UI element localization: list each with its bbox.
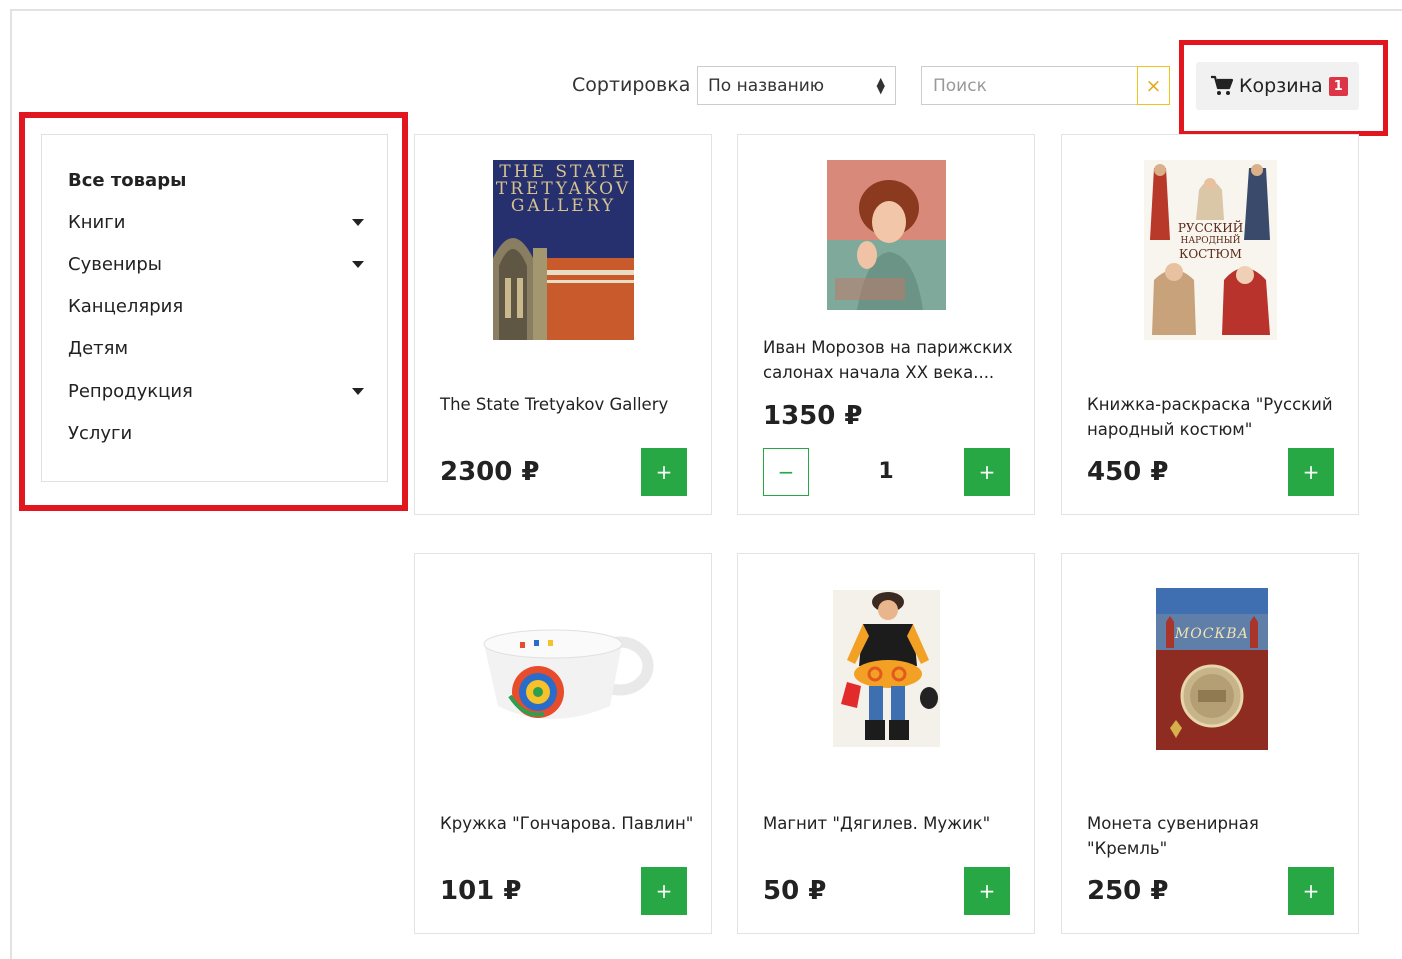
product-price: 101 ₽ [440, 876, 522, 906]
product-price: 250 ₽ [1087, 876, 1169, 906]
add-to-cart-button[interactable]: + [641, 867, 687, 915]
product-title[interactable]: Монета сувенирная "Кремль" [1087, 811, 1342, 861]
increase-quantity-button[interactable]: + [964, 448, 1010, 496]
page-left-border [10, 9, 12, 959]
product-price: 2300 ₽ [440, 457, 540, 487]
product-price: 1350 ₽ [763, 401, 863, 431]
product-title[interactable]: Магнит "Дягилев. Мужик" [763, 811, 1018, 836]
product-card: Магнит "Дягилев. Мужик" 50 ₽ + [737, 553, 1035, 934]
product-card: МОСКВА Монета сувенирная "Кремль" 250 ₽ … [1061, 553, 1359, 934]
product-image-mug[interactable] [480, 614, 655, 734]
product-image-coin[interactable]: МОСКВА [1156, 588, 1268, 750]
add-to-cart-button[interactable]: + [1288, 448, 1334, 496]
quantity-value: 1 [878, 459, 894, 484]
add-to-cart-button[interactable]: + [964, 867, 1010, 915]
product-title[interactable]: Кружка "Гончарова. Павлин" [440, 811, 695, 836]
image-text: КОСТЮМ [1179, 247, 1242, 261]
add-to-cart-button[interactable]: + [1288, 867, 1334, 915]
product-title[interactable]: Книжка-раскраска "Русский народный костю… [1087, 392, 1342, 442]
product-price: 450 ₽ [1087, 457, 1169, 487]
add-to-cart-button[interactable]: + [641, 448, 687, 496]
product-card: РУССКИЙ НАРОДНЫЙ КОСТЮМ Книжка-раскраска… [1061, 134, 1359, 515]
product-card: THE STATE TRETYAKOV GALLERY The State Tr… [414, 134, 712, 515]
cart-highlight-frame [1179, 40, 1388, 136]
image-text: МОСКВА [1174, 626, 1250, 642]
sort-select[interactable]: По названию ▲ ▼ [697, 66, 896, 105]
image-text: GALLERY [510, 196, 617, 216]
product-title[interactable]: Иван Морозов на парижских салонах начала… [763, 335, 1018, 385]
product-image-magnet[interactable] [833, 590, 940, 747]
sidebar-highlight-frame [19, 112, 408, 511]
sort-arrows-icon: ▲ ▼ [876, 74, 885, 96]
product-image-costume[interactable]: РУССКИЙ НАРОДНЫЙ КОСТЮМ [1144, 160, 1277, 340]
product-price: 50 ₽ [763, 876, 827, 906]
close-icon: × [1145, 74, 1162, 97]
sort-select-value: По названию [708, 75, 825, 96]
sort-label: Сортировка [572, 74, 691, 96]
image-text: РУССКИЙ [1177, 221, 1244, 235]
product-image-tretyakov[interactable]: THE STATE TRETYAKOV GALLERY [493, 160, 634, 340]
product-image-morozov[interactable] [827, 160, 946, 310]
page-top-border [10, 9, 1402, 11]
product-card: Иван Морозов на парижских салонах начала… [737, 134, 1035, 515]
product-card: Кружка "Гончарова. Павлин" 101 ₽ + [414, 553, 712, 934]
search-input[interactable] [921, 66, 1138, 105]
search-clear-button[interactable]: × [1137, 66, 1170, 105]
product-title[interactable]: The State Tretyakov Gallery [440, 392, 695, 417]
decrease-quantity-button[interactable]: − [763, 448, 809, 496]
